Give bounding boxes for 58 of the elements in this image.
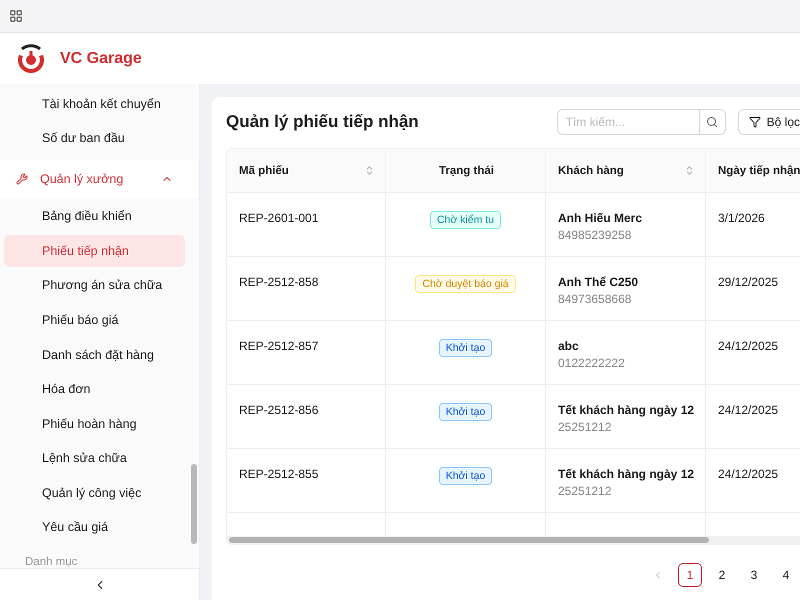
sidebar-item[interactable]: Phiếu tiếp nhận [4, 235, 185, 267]
app-name: VC Garage [60, 50, 142, 68]
scrollbar-thumb[interactable] [229, 537, 709, 543]
sidebar-item[interactable]: Số dư ban đầu [4, 122, 185, 154]
section-label: Danh mục [24, 555, 78, 568]
sidebar-item[interactable]: Quản lý công việc [4, 476, 185, 508]
sidebar-item[interactable]: Hóa đơn [4, 373, 185, 405]
sidebar-item[interactable]: Phiếu báo giá [4, 304, 185, 336]
sort-icon[interactable] [364, 165, 375, 176]
sidebar-item[interactable]: Yêu cầu giá [4, 511, 185, 544]
search-field[interactable]: Tìm kiếm... [558, 110, 699, 134]
sidebar-item[interactable]: Danh sách đặt hàng [4, 338, 185, 370]
customer-phone: 25251212 [558, 484, 612, 498]
column-header[interactable]: Ngày tiếp nhận [706, 149, 800, 193]
status-tag: Khởi tạo [438, 467, 492, 485]
table-cell-text: REP-2512-855 [239, 467, 320, 481]
table-cell-text: 24/12/2025 [718, 467, 780, 481]
column-header[interactable]: Khách hàng [546, 149, 706, 193]
filter-button[interactable]: Bộ lọc [738, 109, 800, 135]
status-tag: Chờ duyệt báo giá [415, 275, 516, 293]
filter-icon [748, 116, 761, 128]
sidebar-group[interactable]: Quản lý xưởng [0, 160, 199, 198]
scrollbar-thumb[interactable] [191, 464, 197, 544]
table-cell-text: REP-2512-857 [239, 339, 320, 353]
customer-name: abc [558, 339, 580, 353]
table-cell-text: 24/12/2025 [718, 403, 780, 417]
table-cell-text: 24/12/2025 [718, 339, 780, 353]
wrench-icon [16, 172, 28, 185]
sidebar-item[interactable]: Phương án sửa chữa [4, 270, 185, 302]
sidebar-item[interactable]: Tài khoản kết chuyển [4, 88, 185, 120]
search-icon [706, 116, 718, 128]
collapse-button[interactable] [0, 568, 199, 600]
table-cell-text: REP-2601-001 [239, 211, 320, 225]
status-tag: Khởi tạo [438, 339, 492, 357]
customer-phone: 84985239258 [558, 228, 632, 242]
status-tag: Khởi tạo [438, 403, 492, 421]
sidebar-item[interactable]: Bảng điều khiển [4, 200, 185, 232]
customer-name: Tết khách hàng ngày 12 [558, 403, 693, 417]
sort-icon[interactable] [684, 165, 695, 176]
table-cell-text: 3/1/2026 [718, 211, 766, 225]
sidebar-item[interactable]: Lệnh sửa chữa [4, 442, 185, 474]
customer-name: Anh Thể C250 [558, 275, 640, 289]
table-cell-text: REP-2512-858 [239, 275, 320, 289]
column-header[interactable]: Trạng thái [386, 149, 546, 193]
status-tag: Chờ kiểm tu [430, 211, 502, 229]
column-header[interactable]: Mã phiếu [227, 149, 386, 193]
customer-phone: 0122222222 [558, 356, 626, 370]
customer-name: Anh Hiếu Merc [558, 211, 644, 225]
table-cell-text: 29/12/2025 [718, 275, 780, 289]
table-cell-text: REP-2512-856 [239, 403, 320, 417]
customer-phone: 84973658668 [558, 292, 632, 306]
customer-name: Tết khách hàng ngày 12 [558, 467, 693, 481]
page-button[interactable]: 1 [678, 563, 702, 587]
sidebar-item[interactable]: Phiếu hoàn hàng [4, 408, 185, 440]
search-bar[interactable]: Tìm kiếm... [556, 109, 726, 135]
apps-grid-icon[interactable] [9, 9, 23, 23]
customer-phone: 25251212 [558, 420, 612, 434]
page-title: Quản lý phiếu tiếp nhận [226, 112, 420, 132]
